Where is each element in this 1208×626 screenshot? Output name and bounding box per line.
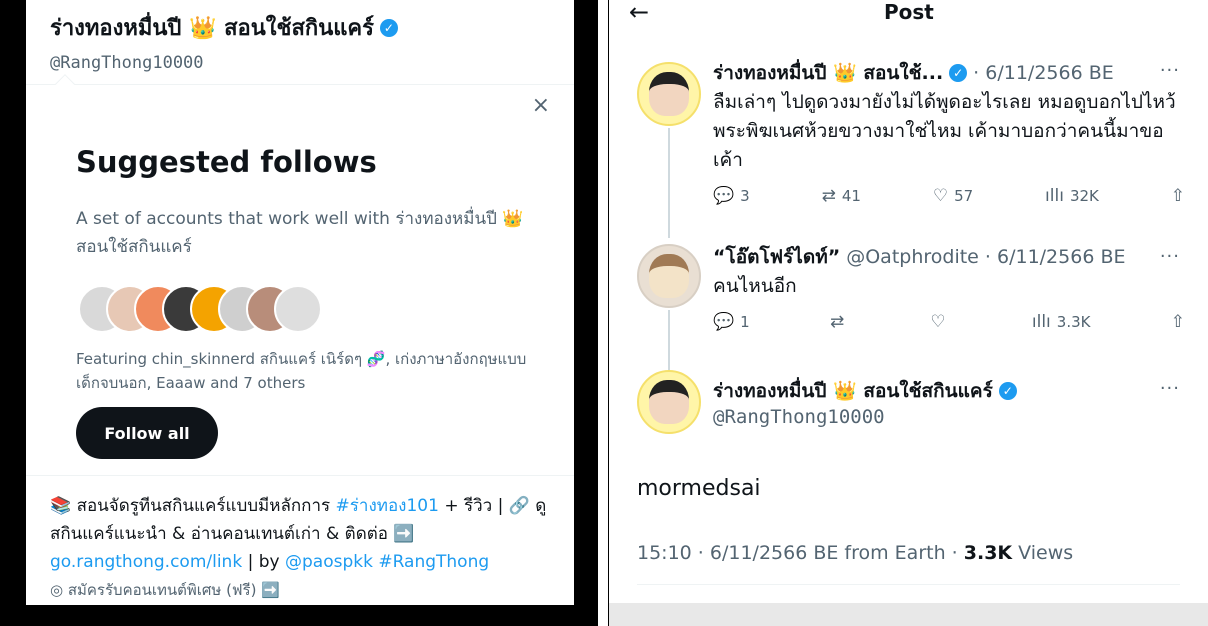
suggested-follows-description: A set of accounts that work well with ร่… [76, 209, 524, 257]
profile-name: ร่างทองหมื่นปี 👑 สอนใช้สกินแคร์ ✓ [50, 10, 550, 45]
share-button[interactable]: ⇧ [1171, 312, 1185, 332]
bio-hashtag2-link[interactable]: #RangThong [373, 552, 489, 572]
more-options-icon[interactable]: ··· [1160, 378, 1180, 399]
views-button[interactable]: ıllı 3.3K [1032, 312, 1091, 332]
tweet1-actions: 💬 3 ⇄ 41 ♡ 57 ıllı 32K ⇧ [713, 186, 1185, 206]
suggested-avatars [78, 285, 322, 333]
profile-name-text: ร่างทองหมื่นปี 👑 สอนใช้สกินแคร์ [50, 16, 374, 41]
left-screenshot-panel: ร่างทองหมื่นปี 👑 สอนใช้สกินแคร์ ✓ @RangT… [0, 0, 598, 626]
profile-screen: ร่างทองหมื่นปี 👑 สอนใช้สกินแคร์ ✓ @RangT… [26, 0, 574, 605]
heart-icon: ♡ [930, 312, 946, 332]
bio-subscribe-text: ◎ สมัครรับคอนเทนต์พิเศษ (ฟรี) ➡️ [50, 581, 280, 599]
bottom-strip [609, 603, 1208, 626]
avatar[interactable] [637, 244, 701, 308]
bio-handle-link[interactable]: @paospkk [285, 552, 373, 572]
bio-by-text: | by [242, 552, 285, 572]
suggested-follows-title: Suggested follows [76, 145, 377, 179]
retweet-icon: ⇄ [821, 186, 836, 206]
reply-count: 1 [740, 313, 750, 331]
avatar-face [649, 72, 689, 116]
popover-caret [55, 74, 75, 94]
post-screen: ← Post ร่างทองหมื่นปี 👑 สอนใช้... ✓ · 6/… [608, 0, 1208, 626]
post-topbar: ← Post [609, 0, 1208, 28]
tweet2-header: “โอ๊ตโฟร์ไดท์” @Oatphrodite · 6/11/2566 … [713, 242, 1126, 272]
back-arrow-icon[interactable]: ← [629, 0, 649, 26]
post-page-title: Post [884, 0, 934, 24]
like-button[interactable]: ♡ 57 [933, 186, 973, 206]
avatar-face [649, 254, 689, 298]
heart-icon: ♡ [932, 186, 949, 206]
reply-button[interactable]: 💬 3 [713, 186, 750, 206]
post-timestamp: 15:10 · 6/11/2566 BE from Earth · 3.3K V… [637, 542, 1073, 564]
more-options-icon[interactable]: ··· [1160, 60, 1180, 81]
suggested-follows-card: × Suggested follows A set of accounts th… [26, 74, 574, 476]
verified-badge-icon: ✓ [379, 18, 398, 37]
tweet2-handle-date[interactable]: @Oatphrodite · 6/11/2566 BE [846, 246, 1125, 268]
reply-icon: 💬 [713, 312, 735, 332]
reply-button[interactable]: 💬 1 [713, 312, 750, 332]
retweet-count: 41 [841, 187, 861, 205]
tweet1-date[interactable]: · 6/11/2566 BE [973, 62, 1114, 84]
post-time-text[interactable]: 15:10 · 6/11/2566 BE from Earth · [637, 542, 964, 564]
retweet-button[interactable]: ⇄ [830, 312, 850, 332]
avatar-face [649, 380, 689, 424]
suggested-avatar[interactable] [274, 285, 322, 333]
follow-all-button[interactable]: Follow all [76, 407, 218, 459]
chart-icon: ıllı [1031, 312, 1051, 332]
profile-handle: @RangThong10000 [50, 53, 204, 73]
close-icon[interactable]: × [532, 93, 550, 118]
tweet1-text: ลืมเล่าๆ ไปดูดวงมายังไม่ได้พูดอะไรเลย หม… [713, 91, 1176, 171]
thread-line [668, 128, 670, 238]
retweet-icon: ⇄ [829, 312, 845, 332]
tweet1-author-name[interactable]: ร่างทองหมื่นปี 👑 สอนใช้... [713, 58, 943, 88]
tweet3-header: ร่างทองหมื่นปี 👑 สอนใช้สกินแคร์ ✓ [713, 376, 1017, 406]
views-button[interactable]: ıllı 32K [1045, 186, 1099, 206]
bio-url-link[interactable]: go.rangthong.com/link [50, 552, 242, 572]
post-views-count: 3.3K [963, 542, 1013, 564]
views-count: 3.3K [1056, 313, 1091, 331]
tweet2-text: คนไหนอีก [713, 275, 797, 297]
like-button[interactable]: ♡ [930, 312, 951, 332]
main-post-text: mormedsai [637, 476, 761, 501]
like-count: 57 [954, 187, 974, 205]
verified-badge-icon: ✓ [949, 64, 968, 82]
reply-icon: 💬 [713, 186, 735, 206]
views-count: 32K [1069, 187, 1099, 205]
bio-hashtag-link[interactable]: #ร่างทอง101 [336, 496, 439, 516]
verified-badge-icon: ✓ [998, 382, 1017, 400]
chart-icon: ıllı [1045, 186, 1064, 206]
thread-line [668, 310, 670, 370]
featuring-text: Featuring chin_skinnerd สกินแคร์ เนิร์ดๆ… [76, 350, 527, 392]
divider [637, 584, 1180, 585]
avatar[interactable] [637, 370, 701, 434]
profile-header: ร่างทองหมื่นปี 👑 สอนใช้สกินแคร์ ✓ @RangT… [26, 0, 574, 73]
avatar[interactable] [637, 62, 701, 126]
profile-bio: 📚 สอนจัดรูทีนสกินแคร์แบบมีหลักการ #ร่างท… [50, 492, 560, 604]
post-views-label: Views [1012, 542, 1074, 564]
reply-count: 3 [740, 187, 750, 205]
tweet3-handle[interactable]: @RangThong10000 [713, 406, 885, 428]
tweet2-actions: 💬 1 ⇄ ♡ ıllı 3.3K ⇧ [713, 312, 1185, 332]
bio-text: 📚 สอนจัดรูทีนสกินแคร์แบบมีหลักการ [50, 496, 336, 516]
tweet3-author-name[interactable]: ร่างทองหมื่นปี 👑 สอนใช้สกินแคร์ [713, 376, 993, 406]
more-options-icon[interactable]: ··· [1160, 246, 1180, 267]
tweet2-author-name[interactable]: “โอ๊ตโฟร์ไดท์” [713, 242, 840, 272]
share-icon: ⇧ [1170, 312, 1185, 332]
retweet-button[interactable]: ⇄ 41 [822, 186, 861, 206]
share-button[interactable]: ⇧ [1171, 186, 1185, 206]
share-icon: ⇧ [1170, 186, 1185, 206]
tweet1-header: ร่างทองหมื่นปี 👑 สอนใช้... ✓ · 6/11/2566… [713, 58, 1114, 88]
